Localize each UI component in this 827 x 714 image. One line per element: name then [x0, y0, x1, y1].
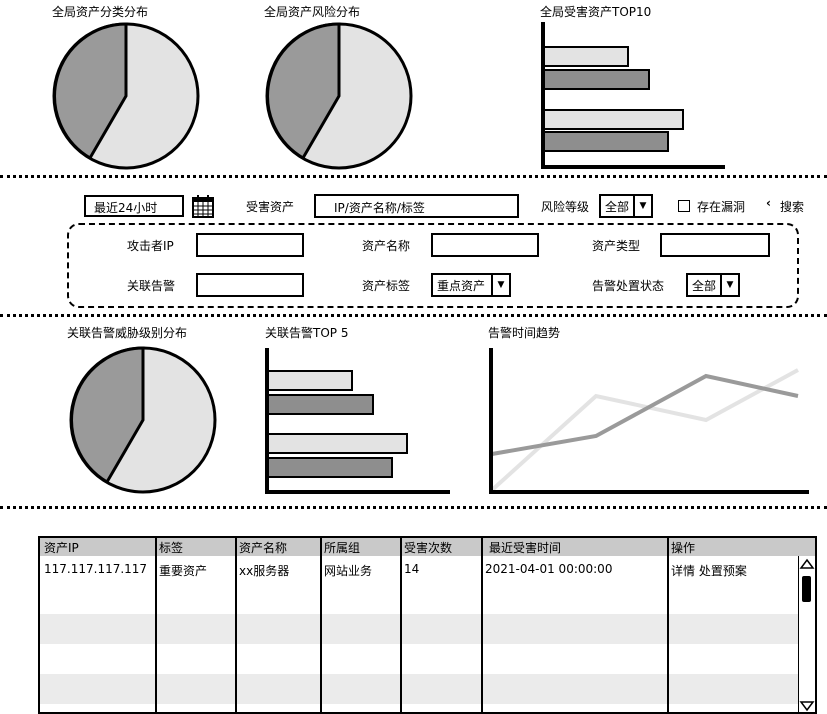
time-range-value: 最近24小时 [94, 201, 158, 215]
threat-level-pie [69, 346, 217, 494]
cell-asset-name: xx服务器 [239, 564, 290, 578]
trend-line-chart [489, 348, 809, 494]
scroll-thumb[interactable] [802, 576, 811, 602]
search-link[interactable]: 搜索 [780, 198, 804, 215]
related-alert-label: 关联告警 [127, 279, 176, 293]
top5-chart-title: 关联告警TOP 5 [265, 326, 349, 340]
has-vuln-label: 存在漏洞 [697, 200, 746, 214]
asset-type-input[interactable] [660, 233, 770, 257]
divider [0, 506, 827, 509]
column-header[interactable]: 受害次数 [404, 539, 452, 556]
asset-tag-value: 重点资产 [437, 278, 486, 293]
asset-tag-select[interactable]: 重点资产 ▼ [431, 273, 511, 297]
victim-asset-placeholder: IP/资产名称/标签 [334, 201, 425, 215]
column-header[interactable]: 标签 [159, 539, 183, 556]
asset-type-label: 资产类型 [592, 239, 641, 253]
scroll-up-icon[interactable] [799, 558, 815, 570]
time-range-select[interactable]: 最近24小时 [84, 195, 184, 217]
column-header[interactable]: 操作 [671, 539, 695, 556]
calendar-icon[interactable] [192, 194, 214, 218]
threat-level-chart-title: 关联告警威胁级别分布 [67, 326, 188, 340]
alert-status-label: 告警处置状态 [592, 279, 665, 293]
cell-group: 网站业务 [324, 564, 373, 578]
top5-bar-chart [265, 348, 450, 494]
victim-asset-label: 受害资产 [246, 200, 295, 214]
asset-category-chart-title: 全局资产分类分布 [52, 5, 149, 19]
top10-bar-chart [541, 22, 725, 169]
alert-status-value: 全部 [692, 278, 717, 293]
column-header[interactable]: 资产名称 [239, 539, 287, 556]
asset-tag-label: 资产标签 [362, 279, 411, 293]
asset-risk-chart-title: 全局资产风险分布 [264, 5, 361, 19]
divider [0, 175, 827, 178]
asset-risk-pie [265, 22, 413, 170]
column-header[interactable]: 资产IP [44, 539, 79, 556]
trend-chart-title: 告警时间趋势 [488, 326, 561, 340]
risk-level-label: 风险等级 [541, 200, 590, 214]
chevron-down-icon: ▼ [633, 196, 651, 216]
victim-asset-table: 资产IP 标签 资产名称 所属组 受害次数 最近受害时间 操作 117.117.… [38, 536, 817, 714]
scroll-down-icon[interactable] [799, 700, 815, 712]
column-divider [235, 538, 237, 712]
attacker-ip-input[interactable] [196, 233, 304, 257]
asset-category-pie [52, 22, 200, 170]
divider [0, 314, 827, 317]
column-header[interactable]: 最近受害时间 [489, 539, 561, 556]
cell-last-time: 2021-04-01 00:00:00 [485, 562, 613, 576]
risk-level-select[interactable]: 全部 ▼ [599, 194, 653, 218]
has-vuln-checkbox[interactable] [678, 200, 690, 212]
asset-name-label: 资产名称 [362, 239, 411, 253]
column-divider [320, 538, 322, 712]
column-divider [155, 538, 157, 712]
column-divider [481, 538, 483, 712]
alert-status-select[interactable]: 全部 ▼ [686, 273, 740, 297]
asset-name-input[interactable] [431, 233, 539, 257]
cell-victim-count: 14 [404, 562, 420, 576]
search-chevron-icon[interactable]: ‹ [766, 196, 771, 210]
chevron-down-icon: ▼ [491, 275, 509, 295]
chevron-down-icon: ▼ [720, 275, 738, 295]
risk-level-value: 全部 [605, 199, 630, 214]
column-divider [667, 538, 669, 712]
victim-asset-input[interactable]: IP/资产名称/标签 [314, 194, 519, 218]
related-alert-input[interactable] [196, 273, 304, 297]
attacker-ip-label: 攻击者IP [127, 239, 174, 253]
top10-chart-title: 全局受害资产TOP10 [540, 5, 652, 19]
cell-actions[interactable]: 详情 处置预案 [671, 562, 747, 579]
cell-asset-ip: 117.117.117.117 [44, 562, 148, 576]
column-divider [400, 538, 402, 712]
cell-tag: 重要资产 [159, 564, 208, 578]
vertical-scrollbar[interactable] [798, 556, 815, 712]
column-header[interactable]: 所属组 [324, 539, 360, 556]
